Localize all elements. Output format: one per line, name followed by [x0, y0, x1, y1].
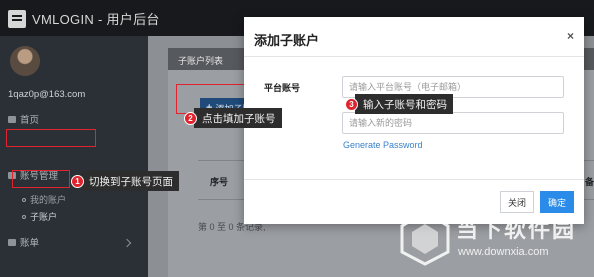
sidebar: 1qaz0p@163.com 首页 账号管理 我的账户 子账户 账单	[0, 36, 148, 277]
highlight-box-account-management	[6, 129, 96, 147]
watermark-url: www.downxia.com	[458, 246, 549, 258]
watermark: 当下软件园 www.downxia.com	[398, 208, 588, 268]
watermark-logo-icon	[400, 210, 450, 266]
modal-title: 添加子账户	[254, 33, 320, 48]
sidebar-subitem-label: 子账户	[30, 212, 58, 222]
password-input[interactable]	[342, 112, 564, 134]
app-title: VMLOGIN - 用户后台	[32, 12, 160, 27]
sidebar-subitem-my-account[interactable]: 我的账户	[22, 193, 66, 206]
chevron-right-icon	[122, 238, 132, 248]
divider	[244, 179, 584, 180]
add-sub-account-modal: 添加子账户 × 平台账号 Generate Password 关闭 确定	[244, 17, 584, 224]
step-badge: 3	[345, 97, 358, 111]
callout-step-1: 1 切换到子账号页面	[71, 171, 179, 191]
callout-text: 切换到子账号页面	[81, 171, 179, 191]
brand[interactable]: VMLOGIN - 用户后台	[8, 9, 160, 28]
sidebar-item-label: 账单	[20, 238, 40, 249]
generate-password-link[interactable]: Generate Password	[343, 140, 423, 150]
bullet-icon	[22, 214, 26, 219]
callout-text: 点击填加子账号	[194, 108, 282, 128]
user-email: 1qaz0p@163.com	[8, 89, 86, 100]
panel-title: 子账户列表	[178, 56, 224, 66]
home-icon	[8, 115, 16, 123]
step-badge: 2	[184, 111, 197, 125]
bill-icon	[8, 238, 16, 246]
sidebar-subitem-label: 我的账户	[30, 195, 67, 205]
avatar[interactable]	[10, 46, 40, 76]
bullet-icon	[22, 197, 26, 202]
step-badge: 1	[71, 174, 84, 188]
platform-account-label: 平台账号	[264, 83, 301, 93]
close-icon[interactable]: ×	[567, 29, 574, 43]
app-logo-icon	[8, 9, 26, 28]
callout-text: 输入子账号和密码	[355, 94, 453, 114]
callout-step-3: 3 输入子账号和密码	[345, 94, 453, 114]
divider	[244, 56, 584, 57]
sidebar-item-bill[interactable]: 账单	[0, 235, 148, 249]
highlight-box-sub-account	[12, 170, 70, 188]
column-header-note[interactable]: 备	[585, 175, 594, 188]
sidebar-item-home[interactable]: 首页	[8, 112, 39, 126]
column-header-seq[interactable]: 序号	[210, 175, 228, 188]
sidebar-item-label: 首页	[20, 115, 40, 126]
callout-step-2: 2 点击填加子账号	[184, 108, 282, 128]
watermark-title: 当下软件园	[456, 217, 577, 242]
sidebar-subitem-sub-account[interactable]: 子账户	[22, 210, 57, 223]
